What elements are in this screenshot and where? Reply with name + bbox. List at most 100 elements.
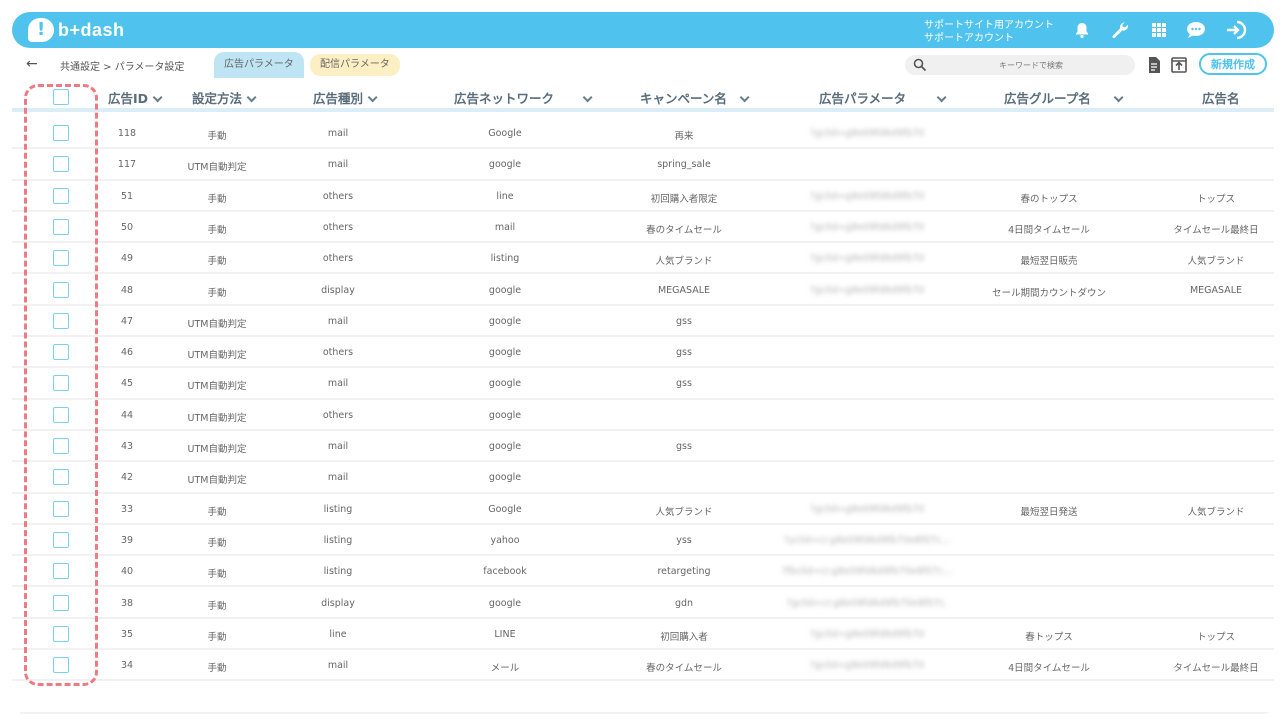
cell-ad-network: google: [488, 347, 522, 359]
row-checkbox[interactable]: [53, 156, 69, 173]
cell-ad-parameter: ?gclid=cr.g8e09fd6d9fb70e8f07c.: [786, 597, 948, 609]
row-checkbox[interactable]: [53, 625, 69, 642]
row-checkbox[interactable]: [53, 657, 69, 674]
row-checkbox[interactable]: [53, 250, 69, 267]
row-checkbox[interactable]: [53, 438, 69, 454]
horizontal-scrollbar[interactable]: ◂ ▸: [20, 712, 1274, 714]
table-row[interactable]: 117 UTM自動判定 mail google spring_sale: [12, 149, 1274, 181]
bell-icon[interactable]: [1070, 18, 1094, 42]
table-row[interactable]: 118 手動 mail Google 再来 ?gclid=g8e09fd6d9fb70: [12, 118, 1274, 150]
cell-campaign: gss: [676, 441, 692, 452]
wrench-icon[interactable]: [1108, 18, 1132, 42]
row-checkbox[interactable]: [53, 312, 69, 329]
cell-ad-type: mail: [327, 159, 349, 171]
cell-method: 手動: [207, 131, 227, 142]
cell-ad-id: 39: [120, 534, 134, 546]
cell-ad-id: 38: [120, 597, 134, 609]
cell-ad-group: 4日間タイムセール: [1008, 663, 1090, 675]
account-info: サポートサイト用アカウント サポートアカウント: [924, 19, 1054, 45]
app-window: b+dash サポートサイト用アカウント サポートアカウント ← 共通設定 > …: [6, 6, 1274, 714]
tab-ad-parameters[interactable]: 広告パラメータ: [214, 52, 304, 78]
cell-method: 手動: [207, 287, 227, 299]
cell-method: 手動: [207, 663, 227, 675]
scroll-left-icon[interactable]: ◂: [22, 713, 26, 714]
row-checkbox[interactable]: [53, 500, 69, 517]
cell-method: UTM自動判定: [187, 350, 247, 362]
cell-method: 手動: [207, 600, 227, 612]
table-row[interactable]: 42 UTM自動判定 mail google: [12, 462, 1274, 494]
col-method[interactable]: 設定方法: [192, 88, 257, 107]
cell-campaign: 初回購入者: [660, 631, 708, 643]
row-checkbox[interactable]: [53, 531, 69, 548]
cell-ad-type: mail: [327, 660, 349, 672]
search-input[interactable]: [933, 55, 1129, 75]
chevron-down-icon: [936, 92, 947, 103]
cell-ad-id: 49: [120, 253, 134, 265]
cell-ad-network: facebook: [483, 566, 527, 578]
table-row[interactable]: 45 UTM自動判定 mail google gss: [12, 368, 1274, 400]
col-ad-id[interactable]: 広告ID: [108, 88, 163, 107]
cell-method: UTM自動判定: [187, 162, 247, 174]
row-checkbox[interactable]: [53, 344, 69, 361]
cell-ad-name: トップス: [1196, 631, 1236, 643]
table-row[interactable]: 49 手動 others listing 人気ブランド ?gclid=g8e09fd6d9…: [12, 243, 1274, 275]
parameter-table: 広告ID 設定方法 広告種別 広告ネットワーク キャンペーン名 広告パラメータ …: [12, 80, 1274, 686]
cell-ad-id: 48: [120, 284, 134, 296]
document-icon[interactable]: [1145, 56, 1163, 74]
cell-campaign: spring_sale: [657, 159, 711, 171]
table-row[interactable]: 35 手動 line LINE 初回購入者 ?gclid=g8e09fd6d9fb70 春ト…: [12, 619, 1274, 651]
cell-ad-network: google: [488, 409, 522, 421]
row-checkbox[interactable]: [53, 187, 69, 204]
chat-icon[interactable]: [1184, 18, 1208, 42]
export-icon[interactable]: [1170, 56, 1188, 74]
table-row[interactable]: 43 UTM自動判定 mail google gss: [12, 431, 1274, 463]
col-ad-type[interactable]: 広告種別: [313, 88, 378, 107]
cell-ad-network: Google: [488, 503, 522, 515]
col-ad-network[interactable]: 広告ネットワーク: [454, 88, 593, 107]
chevron-down-icon: [367, 92, 378, 103]
table-row[interactable]: 39 手動 listing yahoo yss ?yclid=cr.g8e09fd6d9f…: [12, 525, 1274, 557]
cell-ad-type: display: [321, 284, 355, 296]
table-row[interactable]: 40 手動 listing facebook retargeting ?fbclid=cr…: [12, 556, 1274, 588]
col-ad-name[interactable]: 広告名: [1202, 88, 1240, 107]
tab-delivery-parameters[interactable]: 配信パラメータ: [310, 54, 400, 76]
cell-ad-group: 4日間タイムセール: [1008, 224, 1090, 236]
cell-ad-id: 47: [120, 315, 134, 327]
table-row[interactable]: 47 UTM自動判定 mail google gss: [12, 306, 1274, 338]
table-row[interactable]: 34 手動 mail メール 春のタイムセール ?gclid=g8e09fd6d9fb70…: [12, 650, 1274, 682]
cell-ad-id: 33: [120, 503, 134, 515]
row-checkbox[interactable]: [53, 218, 69, 235]
cell-ad-type: others: [322, 347, 354, 359]
row-checkbox[interactable]: [53, 563, 69, 580]
grid-icon[interactable]: [1147, 18, 1171, 42]
row-checkbox[interactable]: [53, 125, 69, 141]
scroll-right-icon[interactable]: ▸: [1260, 713, 1264, 714]
cell-ad-network: Google: [488, 128, 522, 139]
table-row[interactable]: 46 UTM自動判定 others google gss: [12, 337, 1274, 369]
row-checkbox[interactable]: [53, 375, 69, 392]
cell-method: UTM自動判定: [187, 444, 247, 455]
logout-icon[interactable]: [1224, 18, 1248, 42]
row-checkbox[interactable]: [53, 469, 69, 486]
row-checkbox[interactable]: [53, 406, 69, 423]
cell-campaign: retargeting: [657, 566, 711, 578]
cell-ad-id: 45: [120, 378, 134, 390]
cell-ad-parameter: ?gclid=g8e09fd6d9fb70: [809, 128, 925, 139]
table-row[interactable]: 50 手動 others mail 春のタイムセール ?gclid=g8e09fd6d9f…: [12, 212, 1274, 244]
table-row[interactable]: 33 手動 listing Google 人気ブランド ?gclid=g8e09fd6d9…: [12, 494, 1274, 525]
cell-ad-parameter: ?fbclid=cr.g8e09fd6d9fb70e8f07c...: [781, 566, 953, 578]
col-ad-group[interactable]: 広告グループ名: [1004, 88, 1124, 107]
back-arrow-icon[interactable]: ←: [26, 56, 42, 72]
col-ad-parameter[interactable]: 広告パラメータ: [819, 88, 947, 107]
table-row[interactable]: 51 手動 others line 初回購入者限定 ?gclid=g8e09fd6d9fb…: [12, 181, 1274, 212]
logo[interactable]: b+dash: [28, 17, 125, 43]
table-row[interactable]: 44 UTM自動判定 others google: [12, 400, 1274, 431]
table-row[interactable]: 48 手動 display google MEGASALE ?gclid=g8e09fd6…: [12, 275, 1274, 306]
table-row[interactable]: 38 手動 display google gdn ?gclid=cr.g8e09fd6d9…: [12, 588, 1274, 619]
cell-ad-network: google: [488, 378, 522, 390]
select-all-checkbox[interactable]: [53, 89, 69, 105]
new-create-button[interactable]: 新規作成: [1199, 53, 1267, 75]
row-checkbox[interactable]: [53, 281, 69, 298]
col-campaign[interactable]: キャンペーン名: [640, 88, 750, 107]
row-checkbox[interactable]: [53, 594, 69, 611]
